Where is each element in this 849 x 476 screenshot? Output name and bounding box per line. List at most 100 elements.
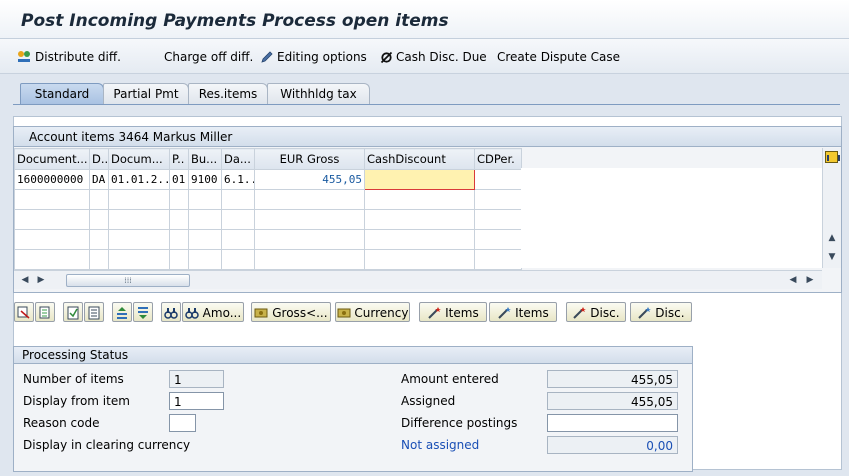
difference-postings-input[interactable] <box>547 414 678 432</box>
table-header-row: Document... D.. Docum... P.. Bu... Da...… <box>14 148 522 170</box>
sort-descending-icon <box>138 307 148 319</box>
tab-res-items[interactable]: Res.items <box>188 83 268 104</box>
cell-doc-date: 01.01.2... <box>108 169 170 190</box>
charge-off-diff-label: Charge off diff. <box>164 50 254 64</box>
processing-status-title: Processing Status <box>14 347 692 364</box>
distribute-icon <box>18 51 30 62</box>
tab-withhldg-tax[interactable]: Withhldg tax <box>267 83 370 104</box>
number-of-items-label: Number of items <box>23 372 124 386</box>
page-title: Post Incoming Payments Process open item… <box>21 11 449 31</box>
find-amount-label: Amo... <box>202 306 242 320</box>
currency-button[interactable]: Currency <box>335 302 410 322</box>
vertical-scrollbar[interactable]: ▲ ▼ <box>822 148 841 268</box>
editing-options-button[interactable]: Editing options <box>260 48 367 66</box>
not-assigned-field: 0,00 <box>547 436 678 454</box>
items-deselect-label: Items <box>515 306 549 320</box>
money-icon <box>337 308 351 318</box>
tab-strip: Standard Partial Pmt Res.items Withhldg … <box>0 83 849 105</box>
column-header-posting-key[interactable]: P.. <box>169 148 189 170</box>
create-dispute-case-label: Create Dispute Case <box>497 50 621 64</box>
magic-wand-icon <box>428 307 442 319</box>
sort-ascending-icon <box>117 307 127 319</box>
distribute-diff-button[interactable]: Distribute diff. <box>16 48 121 66</box>
scroll-left-end-icon[interactable]: ◀ <box>786 273 800 287</box>
application-toolbar: Distribute diff. Charge off diff. Editin… <box>0 39 849 74</box>
table-row <box>14 249 522 270</box>
deactivate-items-button[interactable] <box>84 302 104 322</box>
column-settings-icon[interactable] <box>825 151 840 163</box>
currency-label: Currency <box>354 306 409 320</box>
tab-standard[interactable]: Standard <box>20 83 104 104</box>
difference-postings-label: Difference postings <box>401 416 518 430</box>
scroll-thumb[interactable]: ⁞⁞⁞ <box>66 274 190 287</box>
select-all-icon <box>17 306 30 319</box>
deselect-all-button[interactable] <box>35 302 55 322</box>
table-empty-area <box>521 168 822 268</box>
cell-business-area: 9100 <box>188 169 222 190</box>
column-header-doc-date[interactable]: Docum... <box>108 148 170 170</box>
column-header-cash-discount[interactable]: CashDiscount <box>364 148 475 170</box>
activate-items-button[interactable] <box>63 302 83 322</box>
account-items-frame: Account items 3464 Markus Miller Documen… <box>13 126 842 293</box>
cell-posting-key: 01 <box>169 169 189 190</box>
table-row[interactable]: 1600000000 DA 01.01.2... 01 9100 6.1... … <box>14 169 522 190</box>
horizontal-scrollbar[interactable]: ◀ ▶ ⁞⁞⁞ ◀ ▶ <box>14 270 822 289</box>
deactivate-items-icon <box>88 306 100 320</box>
disc-deselect-button[interactable]: Disc. <box>630 302 692 322</box>
disc-select-button[interactable]: Disc. <box>566 302 626 322</box>
magic-wand-icon <box>498 307 512 319</box>
find-button[interactable] <box>161 302 181 322</box>
clearing-currency-label: Display in clearing currency <box>23 438 191 452</box>
money-icon <box>254 308 268 318</box>
account-items-table: Document... D.. Docum... P.. Bu... Da...… <box>14 148 522 270</box>
disc-deselect-label: Disc. <box>655 306 685 320</box>
scroll-right-icon[interactable]: ▶ <box>34 273 48 287</box>
reason-code-input[interactable] <box>169 414 196 432</box>
scroll-right-end-icon[interactable]: ▶ <box>803 273 817 287</box>
sort-descending-button[interactable] <box>133 302 153 322</box>
items-deselect-button[interactable]: Items <box>489 302 557 322</box>
scroll-left-icon[interactable]: ◀ <box>18 273 32 287</box>
reason-code-label: Reason code <box>23 416 100 430</box>
select-all-button[interactable] <box>14 302 34 322</box>
column-header-eur-gross[interactable]: EUR Gross <box>254 148 365 170</box>
magic-wand-icon <box>638 307 652 319</box>
amount-entered-label: Amount entered <box>401 372 499 386</box>
amount-entered-field: 455,05 <box>547 370 678 388</box>
pencil-icon <box>261 51 273 63</box>
create-dispute-case-button[interactable]: Create Dispute Case <box>497 48 620 66</box>
number-of-items-field: 1 <box>169 370 224 388</box>
cell-eur-gross: 455,05 <box>254 169 365 190</box>
tab-divider <box>13 104 840 105</box>
cell-doc-type: DA <box>89 169 109 190</box>
table-row <box>14 209 522 230</box>
find-amount-button[interactable]: Amo... <box>182 302 244 322</box>
cash-discount-input[interactable] <box>364 169 475 190</box>
cd-percent-input[interactable] <box>474 169 522 190</box>
cell-document: 1600000000 <box>14 169 90 190</box>
cell-days: 6.1... <box>221 169 255 190</box>
cash-disc-due-button[interactable]: Cash Disc. Due <box>380 48 487 66</box>
items-select-label: Items <box>445 306 479 320</box>
binoculars-icon <box>164 308 178 319</box>
sort-ascending-button[interactable] <box>112 302 132 322</box>
title-bar: Post Incoming Payments Process open item… <box>0 0 849 39</box>
charge-off-diff-button[interactable]: Charge off diff. <box>164 48 253 66</box>
column-header-document[interactable]: Document... <box>14 148 90 170</box>
sort-gross-label: Gross<... <box>272 306 328 320</box>
sort-gross-button[interactable]: Gross<... <box>251 302 331 322</box>
scroll-up-icon[interactable]: ▲ <box>825 231 839 245</box>
scroll-down-icon[interactable]: ▼ <box>825 250 839 264</box>
column-header-business-area[interactable]: Bu... <box>188 148 222 170</box>
display-from-item-input[interactable]: 1 <box>169 392 224 410</box>
disc-select-label: Disc. <box>590 306 620 320</box>
tab-partial-pmt[interactable]: Partial Pmt <box>103 83 189 104</box>
activate-items-icon <box>67 306 79 320</box>
deselect-all-icon <box>39 306 50 319</box>
column-header-days[interactable]: Da... <box>221 148 255 170</box>
empty-set-icon <box>380 51 393 64</box>
column-header-doc-type[interactable]: D.. <box>89 148 109 170</box>
items-select-button[interactable]: Items <box>419 302 487 322</box>
cash-disc-due-label: Cash Disc. Due <box>396 50 487 64</box>
column-header-cd-percent[interactable]: CDPer. <box>474 148 522 170</box>
